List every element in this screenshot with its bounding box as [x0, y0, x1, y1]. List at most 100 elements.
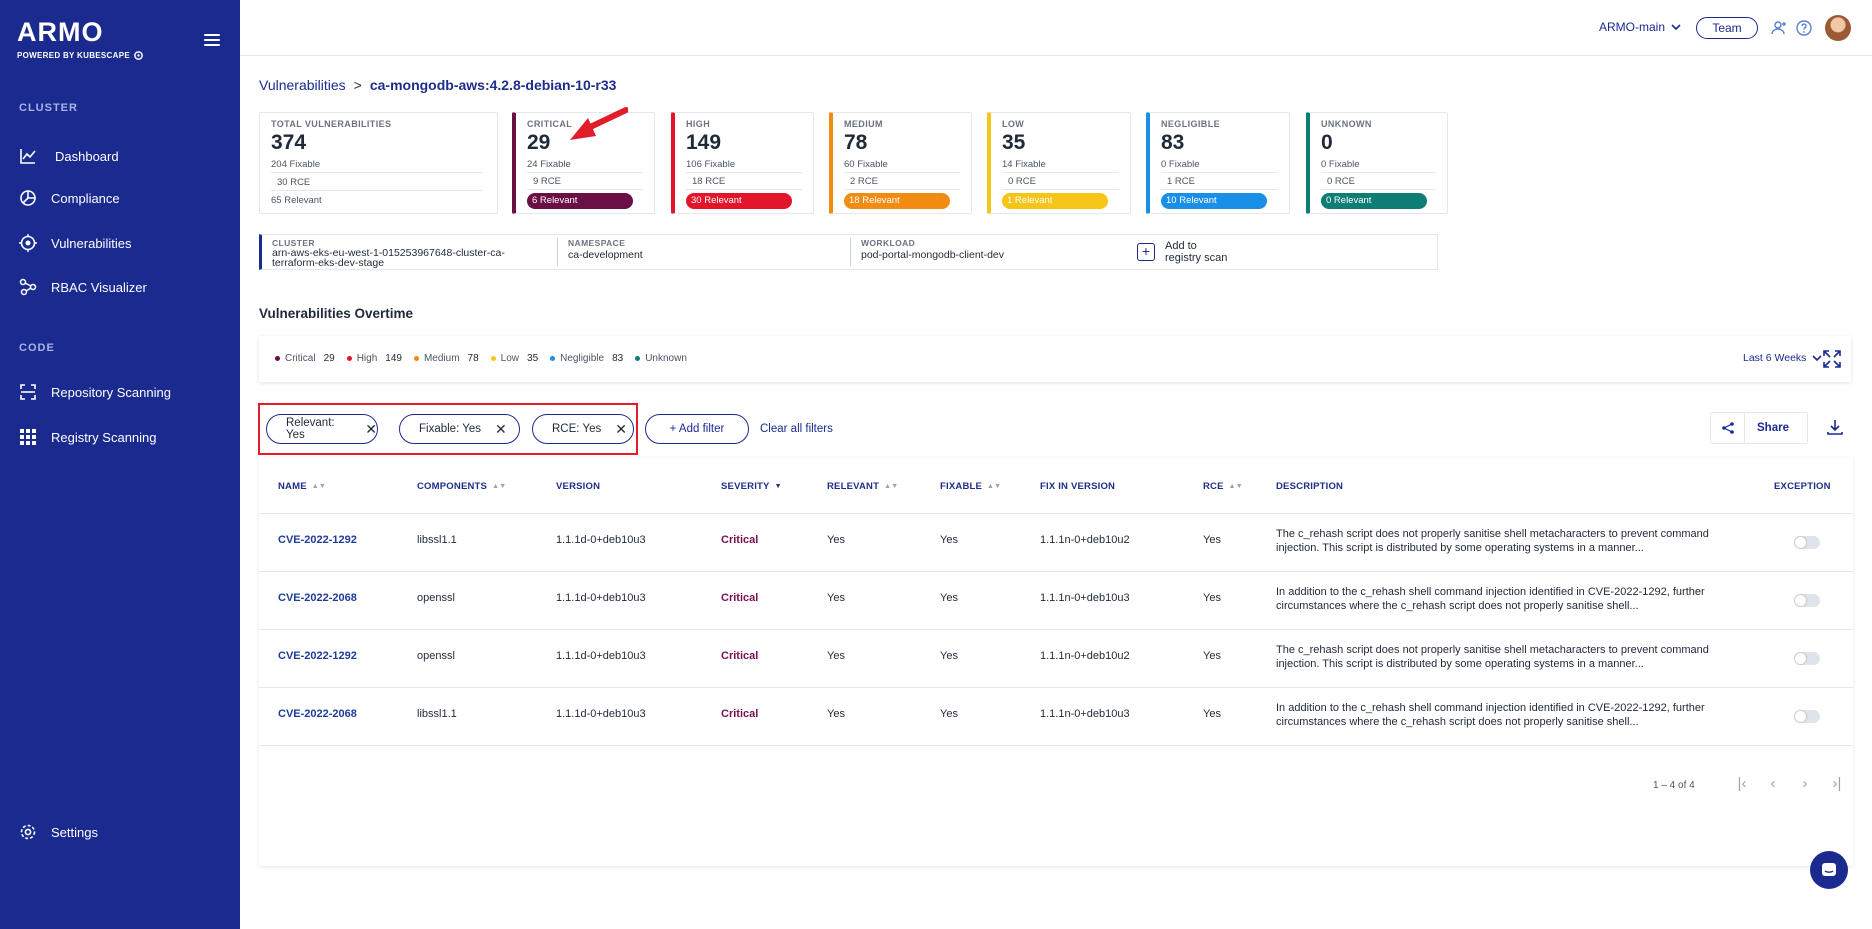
column-header-name[interactable]: NAME ▲▼ — [278, 481, 326, 492]
cell-fix-version: 1.1.1n-0+deb10u3 — [1040, 708, 1130, 720]
table-row[interactable]: CVE-2022-2068 openssl 1.1.1d-0+deb10u3 Crit… — [259, 572, 1853, 630]
card-count: 35 — [1002, 131, 1026, 154]
legend-item-negligible[interactable]: Negligible 83 — [550, 353, 623, 364]
legend-item-medium[interactable]: Medium 78 — [413, 353, 479, 364]
last-page-icon[interactable]: ›| — [1828, 775, 1846, 793]
relevant-pill[interactable]: 18 Relevant — [844, 193, 950, 209]
next-page-icon[interactable]: › — [1796, 775, 1814, 793]
sidebar-item-registry-scanning[interactable]: Registry Scanning — [19, 427, 157, 447]
column-header-components[interactable]: COMPONENTS ▲▼ — [417, 481, 506, 492]
legend-label: Medium — [423, 353, 460, 364]
relevant-pill[interactable]: 10 Relevant — [1161, 193, 1267, 209]
cell-relevant: Yes — [827, 650, 845, 662]
chip-label: Fixable: Yes — [419, 423, 482, 435]
column-header-severity[interactable]: SEVERITY ▼ — [721, 481, 782, 492]
table-row[interactable]: CVE-2022-1292 libssl1.1 1.1.1d-0+deb10u3 Cr… — [259, 514, 1853, 572]
relevant-count: 65 Relevant — [271, 195, 322, 206]
total-vulnerabilities-card[interactable]: TOTAL VULNERABILITIES 374 204 Fixable 30… — [259, 112, 498, 214]
overtime-chart: Critical 29 High 149 Medium 78 Low 35 Negligible… — [259, 336, 1851, 382]
close-icon[interactable]: ✕ — [615, 421, 627, 438]
legend-item-high[interactable]: High 149 — [346, 353, 402, 364]
add-to-registry-scan-button[interactable]: + Add to registry scan — [1137, 240, 1227, 264]
column-header-fixable[interactable]: FIXABLE ▲▼ — [940, 481, 1001, 492]
breadcrumb-root[interactable]: Vulnerabilities — [259, 77, 346, 93]
clear-all-filters-link[interactable]: Clear all filters — [760, 423, 833, 435]
chip-label: RCE: Yes — [552, 423, 602, 435]
sidebar-item-repository-scanning[interactable]: Repository Scanning — [19, 382, 171, 402]
add-user-icon[interactable] — [1770, 19, 1788, 37]
help-icon[interactable] — [1795, 19, 1813, 37]
close-icon[interactable]: ✕ — [365, 421, 377, 438]
cell-rce: Yes — [1203, 534, 1221, 546]
cell-name[interactable]: CVE-2022-1292 — [278, 534, 357, 546]
exception-toggle[interactable] — [1794, 594, 1820, 607]
period-selector[interactable]: Last 6 Weeks — [1743, 352, 1822, 364]
relevant-pill[interactable]: 0 Relevant — [1321, 193, 1427, 209]
filter-chip-rce[interactable]: RCE: Yes ✕ — [532, 414, 634, 444]
cell-description: The c_rehash script does not properly sa… — [1276, 528, 1709, 554]
fixable-count: 60 Fixable — [844, 159, 960, 173]
team-button[interactable]: Team — [1696, 17, 1758, 39]
sidebar-item-settings[interactable]: Settings — [19, 822, 98, 842]
exception-toggle[interactable] — [1794, 652, 1820, 665]
card-label: TOTAL VULNERABILITIES — [271, 119, 392, 129]
gear-icon — [20, 824, 36, 840]
legend-item-critical[interactable]: Critical 29 — [275, 353, 335, 364]
column-header-relevant[interactable]: RELEVANT ▲▼ — [827, 481, 898, 492]
expand-icon[interactable] — [1822, 349, 1842, 369]
table-row[interactable]: CVE-2022-2068 libssl1.1 1.1.1d-0+deb10u3 Cr… — [259, 688, 1853, 746]
sidebar-item-compliance[interactable]: Compliance — [19, 188, 120, 208]
severity-card-medium[interactable]: MEDIUM 78 60 Fixable 2 RCE 18 Relevant — [829, 112, 972, 214]
share-button[interactable]: Share — [1710, 412, 1808, 444]
cell-name[interactable]: CVE-2022-1292 — [278, 650, 357, 662]
legend-item-unknown[interactable]: Unknown — [635, 353, 695, 364]
severity-card-high[interactable]: HIGH 149 106 Fixable 18 RCE 30 Relevant — [671, 112, 814, 214]
cell-name[interactable]: CVE-2022-2068 — [278, 592, 357, 604]
table-header: NAME ▲▼ COMPONENTS ▲▼ VERSION SEVERITY ▼ RE… — [259, 458, 1853, 514]
first-page-icon[interactable]: |‹ — [1733, 775, 1751, 793]
add-filter-button[interactable]: + Add filter — [645, 414, 749, 444]
exception-toggle[interactable] — [1794, 536, 1820, 549]
sidebar-item-label: Compliance — [51, 190, 120, 206]
cluster-selector[interactable]: ARMO-main — [1599, 20, 1681, 34]
red-arrow-annotation — [570, 107, 628, 140]
cell-name[interactable]: CVE-2022-2068 — [278, 708, 357, 720]
column-header-rce[interactable]: RCE ▲▼ — [1203, 481, 1243, 492]
card-label: MEDIUM — [844, 119, 883, 129]
legend-dot — [346, 356, 352, 361]
prev-page-icon[interactable]: ‹ — [1764, 775, 1782, 793]
fixable-count: 0 Fixable — [1161, 159, 1278, 173]
severity-card-unknown[interactable]: UNKNOWN 0 0 Fixable 0 RCE 0 Relevant — [1306, 112, 1448, 214]
exception-toggle[interactable] — [1794, 710, 1820, 723]
chat-support-button[interactable] — [1810, 851, 1848, 889]
sort-desc-icon: ▼ — [774, 483, 782, 490]
chevron-down-icon — [1671, 24, 1681, 31]
close-icon[interactable]: ✕ — [495, 421, 507, 438]
menu-toggle-icon[interactable] — [204, 34, 220, 46]
cell-fixable: Yes — [940, 592, 958, 604]
sidebar-item-label: Dashboard — [55, 148, 119, 164]
download-icon[interactable] — [1826, 418, 1844, 436]
card-label: NEGLIGIBLE — [1161, 119, 1221, 129]
table-row[interactable]: CVE-2022-1292 openssl 1.1.1d-0+deb10u3 Crit… — [259, 630, 1853, 688]
cell-severity: Critical — [721, 650, 759, 662]
avatar[interactable] — [1825, 15, 1851, 41]
sidebar-item-rbac-visualizer[interactable]: RBAC Visualizer — [19, 277, 147, 297]
relevant-pill[interactable]: 30 Relevant — [686, 193, 792, 209]
legend-item-low[interactable]: Low 35 — [490, 353, 539, 364]
rce-count: 18 RCE — [686, 176, 802, 190]
severity-card-negligible[interactable]: NEGLIGIBLE 83 0 Fixable 1 RCE 10 Relevant — [1146, 112, 1290, 214]
chart-legend: Critical 29 High 149 Medium 78 Low 35 Negligible… — [275, 353, 695, 364]
armo-logo[interactable]: ARMO POWERED BY KUBESCAPE — [17, 18, 144, 61]
filter-chip-fixable[interactable]: Fixable: Yes ✕ — [399, 414, 520, 444]
legend-count: 35 — [527, 353, 539, 364]
sidebar-item-vulnerabilities[interactable]: Vulnerabilities — [19, 233, 131, 253]
rce-count: 1 RCE — [1161, 176, 1278, 190]
severity-card-low[interactable]: LOW 35 14 Fixable 0 RCE 1 Relevant — [987, 112, 1131, 214]
sidebar-item-dashboard[interactable]: Dashboard — [19, 146, 119, 166]
relevant-pill[interactable]: 6 Relevant — [527, 193, 633, 209]
fixable-count: 204 Fixable — [271, 159, 483, 173]
relevant-pill[interactable]: 1 Relevant — [1002, 193, 1108, 209]
cell-component: libssl1.1 — [417, 534, 457, 546]
filter-chip-relevant[interactable]: Relevant: Yes ✕ — [266, 414, 378, 444]
